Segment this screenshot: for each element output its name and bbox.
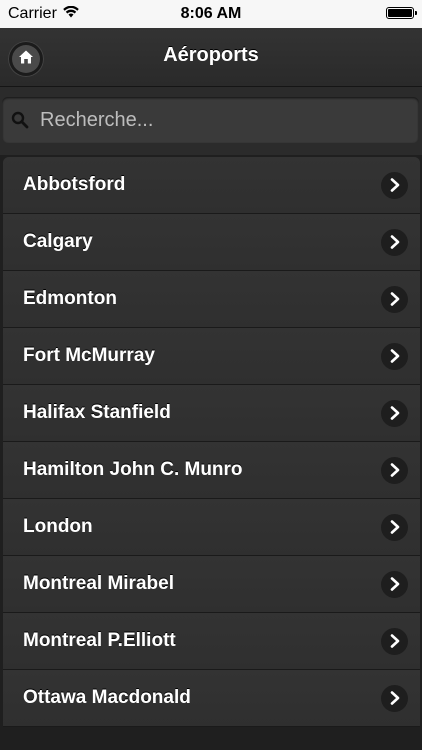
list-item-abbotsford[interactable]: Abbotsford xyxy=(3,157,420,214)
chevron-right-icon[interactable] xyxy=(381,171,408,199)
chevron-right-icon[interactable] xyxy=(381,513,408,541)
list-item-label: Abbotsford xyxy=(23,174,126,195)
screen: Carrier 8:06 AM Aéroports Recherche... A… xyxy=(0,0,422,750)
list-item-hamilton[interactable]: Hamilton John C. Munro xyxy=(3,442,420,499)
list-item-fort-mcmurray[interactable]: Fort McMurray xyxy=(3,328,420,385)
list-item-label: Fort McMurray xyxy=(23,345,155,366)
search-bar xyxy=(0,87,422,155)
list-item-label: Montreal Mirabel xyxy=(23,573,174,594)
search-input[interactable] xyxy=(38,107,402,133)
list-item-label: Calgary xyxy=(23,231,93,252)
list-item-label: Hamilton John C. Munro xyxy=(23,459,243,480)
battery-fill xyxy=(388,9,412,17)
chevron-right-icon[interactable] xyxy=(381,627,408,655)
list-item-london[interactable]: London xyxy=(3,499,420,556)
chevron-right-icon[interactable] xyxy=(381,342,408,370)
list-item-label: Ottawa Macdonald xyxy=(23,687,191,708)
chevron-right-icon[interactable] xyxy=(381,228,408,256)
list-item-ottawa-macdonald[interactable]: Ottawa Macdonald xyxy=(3,670,420,727)
list-item-calgary[interactable]: Calgary xyxy=(3,214,420,271)
search-icon xyxy=(10,110,30,130)
page-title: Aéroports xyxy=(163,44,259,66)
list-item-label: Halifax Stanfield xyxy=(23,402,171,423)
chevron-right-icon[interactable] xyxy=(381,684,408,712)
status-time: 8:06 AM xyxy=(180,5,242,22)
battery-icon xyxy=(386,7,417,19)
status-bar: Carrier 8:06 AM xyxy=(0,0,422,28)
chevron-right-icon[interactable] xyxy=(381,399,408,427)
search-box[interactable] xyxy=(2,97,419,143)
list-item-montreal-pelliott[interactable]: Montreal P.Elliott xyxy=(3,613,420,670)
list-item-label: Montreal P.Elliott xyxy=(23,630,176,651)
airport-list: Abbotsford Calgary Edmonton Fort McMurra… xyxy=(3,157,420,727)
list-item-edmonton[interactable]: Edmonton xyxy=(3,271,420,328)
chevron-right-icon[interactable] xyxy=(381,570,408,598)
chevron-right-icon[interactable] xyxy=(381,456,408,484)
list-item-montreal-mirabel[interactable]: Montreal Mirabel xyxy=(3,556,420,613)
list-item-label: London xyxy=(23,516,93,537)
navigation-header: Aéroports xyxy=(0,28,422,87)
list-item-halifax-stanfield[interactable]: Halifax Stanfield xyxy=(3,385,420,442)
chevron-right-icon[interactable] xyxy=(381,285,408,313)
list-item-label: Edmonton xyxy=(23,288,117,309)
